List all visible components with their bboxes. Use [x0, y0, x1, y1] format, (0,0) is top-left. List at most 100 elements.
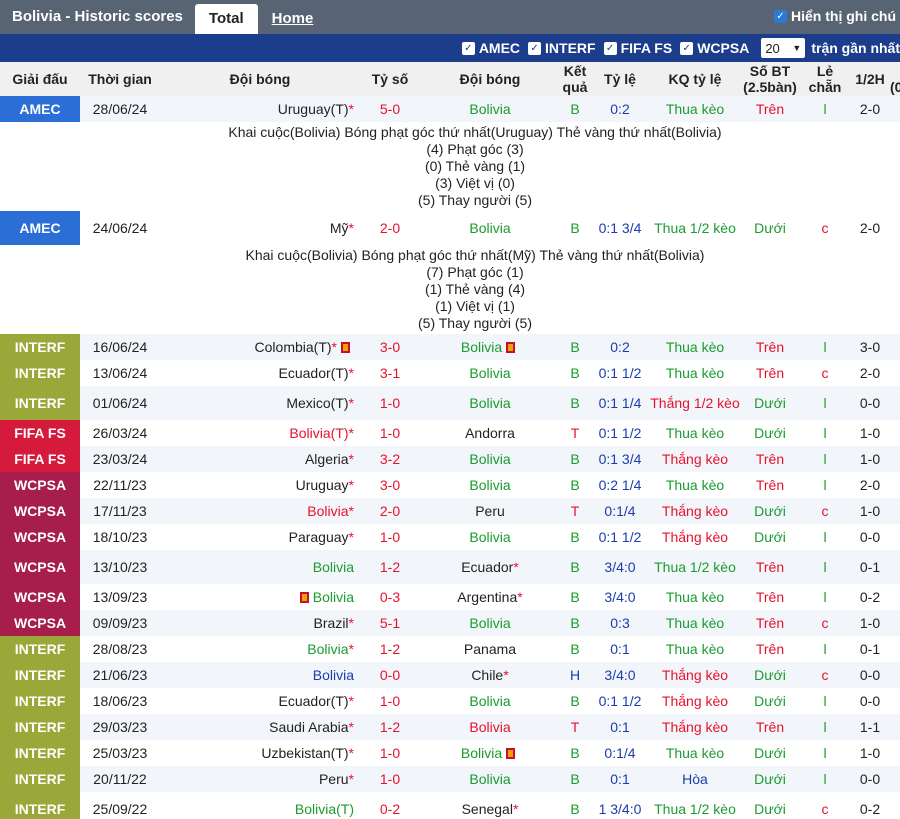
score-cell[interactable]: 3-0: [360, 334, 420, 360]
score-cell[interactable]: 3-0: [360, 472, 420, 498]
competition-cell[interactable]: INTERF: [0, 334, 80, 360]
table-row[interactable]: INTERF 18/06/23 Ecuador(T)* 1-0 Bolivia B 0:1 …: [0, 688, 900, 714]
competition-cell[interactable]: INTERF: [0, 766, 80, 792]
competition-cell[interactable]: WCPSA: [0, 550, 80, 584]
away-team-cell[interactable]: Bolivia: [420, 472, 560, 498]
home-team-cell[interactable]: Bolivia: [160, 550, 360, 584]
competition-cell[interactable]: WCPSA: [0, 472, 80, 498]
away-team-cell[interactable]: Bolivia: [420, 610, 560, 636]
table-row[interactable]: INTERF 13/06/24 Ecuador(T)* 3-1 Bolivia B 0:1 …: [0, 360, 900, 386]
table-row[interactable]: INTERF 29/03/23 Saudi Arabia* 1-2 Bolivia T 0:…: [0, 714, 900, 740]
table-row[interactable]: AMEC 28/06/24 Uruguay(T)* 5-0 Bolivia B 0:2 Thu…: [0, 96, 900, 122]
match-count-select[interactable]: 20 ▼: [761, 38, 806, 58]
away-team-cell[interactable]: Bolivia: [420, 524, 560, 550]
home-team-cell[interactable]: Bolivia(T)*: [160, 420, 360, 446]
table-row[interactable]: INTERF 16/06/24 Colombia(T)* 3-0 Bolivia B 0:2…: [0, 334, 900, 360]
score-cell[interactable]: 5-0: [360, 96, 420, 122]
away-team-cell[interactable]: Panama: [420, 636, 560, 662]
score-cell[interactable]: 0-0: [360, 662, 420, 688]
table-row[interactable]: WCPSA 17/11/23 Bolivia* 2-0 Peru T 0:1/4 Thắng …: [0, 498, 900, 524]
competition-cell[interactable]: INTERF: [0, 740, 80, 766]
score-cell[interactable]: 1-2: [360, 636, 420, 662]
home-team-cell[interactable]: Algeria*: [160, 446, 360, 472]
competition-cell[interactable]: FIFA FS: [0, 420, 80, 446]
home-team-cell[interactable]: Bolivia: [160, 584, 360, 610]
away-team-cell[interactable]: Andorra: [420, 420, 560, 446]
competition-cell[interactable]: INTERF: [0, 360, 80, 386]
competition-cell[interactable]: INTERF: [0, 386, 80, 420]
table-row[interactable]: FIFA FS 26/03/24 Bolivia(T)* 1-0 Andorra T 0:1…: [0, 420, 900, 446]
tab-total[interactable]: Total: [194, 4, 258, 34]
home-team-cell[interactable]: Uzbekistan(T)*: [160, 740, 360, 766]
home-team-cell[interactable]: Mỹ*: [160, 211, 360, 245]
competition-cell[interactable]: INTERF: [0, 792, 80, 819]
score-cell[interactable]: 2-0: [360, 211, 420, 245]
score-cell[interactable]: 0-2: [360, 792, 420, 819]
away-team-cell[interactable]: Peru: [420, 498, 560, 524]
filter-wcpsa[interactable]: ✓ WCPSA: [680, 40, 749, 56]
home-team-cell[interactable]: Bolivia: [160, 662, 360, 688]
home-team-cell[interactable]: Bolivia(T): [160, 792, 360, 819]
table-row[interactable]: AMEC 24/06/24 Mỹ* 2-0 Bolivia B 0:1 3/4 Thua 1/…: [0, 211, 900, 245]
home-team-cell[interactable]: Brazil*: [160, 610, 360, 636]
home-team-cell[interactable]: Ecuador(T)*: [160, 688, 360, 714]
competition-cell[interactable]: AMEC: [0, 211, 80, 245]
away-team-cell[interactable]: Bolivia: [420, 386, 560, 420]
away-team-cell[interactable]: Bolivia: [420, 714, 560, 740]
table-row[interactable]: WCPSA 18/10/23 Paraguay* 1-0 Bolivia B 0:1 1/2…: [0, 524, 900, 550]
competition-cell[interactable]: WCPSA: [0, 498, 80, 524]
table-row[interactable]: INTERF 01/06/24 Mexico(T)* 1-0 Bolivia B 0:1 1…: [0, 386, 900, 420]
competition-cell[interactable]: WCPSA: [0, 584, 80, 610]
competition-cell[interactable]: INTERF: [0, 714, 80, 740]
table-row[interactable]: FIFA FS 23/03/24 Algeria* 3-2 Bolivia B 0:1 3/…: [0, 446, 900, 472]
home-team-cell[interactable]: Saudi Arabia*: [160, 714, 360, 740]
competition-cell[interactable]: INTERF: [0, 662, 80, 688]
score-cell[interactable]: 3-1: [360, 360, 420, 386]
home-team-cell[interactable]: Bolivia*: [160, 498, 360, 524]
home-team-cell[interactable]: Colombia(T)*: [160, 334, 360, 360]
score-cell[interactable]: 2-0: [360, 498, 420, 524]
table-row[interactable]: WCPSA 22/11/23 Uruguay* 3-0 Bolivia B 0:2 1/4 T…: [0, 472, 900, 498]
home-team-cell[interactable]: Uruguay*: [160, 472, 360, 498]
away-team-cell[interactable]: Bolivia: [420, 740, 560, 766]
score-cell[interactable]: 3-2: [360, 446, 420, 472]
away-team-cell[interactable]: Bolivia: [420, 446, 560, 472]
filter-interf[interactable]: ✓ INTERF: [528, 40, 596, 56]
table-row[interactable]: WCPSA 09/09/23 Brazil* 5-1 Bolivia B 0:3 Thua k…: [0, 610, 900, 636]
competition-cell[interactable]: INTERF: [0, 688, 80, 714]
show-notes-checkbox[interactable]: ✓ Hiển thị ghi chú: [774, 8, 896, 24]
table-row[interactable]: INTERF 25/09/22 Bolivia(T) 0-2 Senegal* B 1 3/…: [0, 792, 900, 819]
away-team-cell[interactable]: Bolivia: [420, 96, 560, 122]
home-team-cell[interactable]: Peru*: [160, 766, 360, 792]
table-row[interactable]: INTERF 28/08/23 Bolivia* 1-2 Panama B 0:1 Thua …: [0, 636, 900, 662]
score-cell[interactable]: 0-3: [360, 584, 420, 610]
competition-cell[interactable]: WCPSA: [0, 524, 80, 550]
away-team-cell[interactable]: Bolivia: [420, 360, 560, 386]
away-team-cell[interactable]: Bolivia: [420, 766, 560, 792]
table-row[interactable]: WCPSA 13/10/23 Bolivia 1-2 Ecuador* B 3/4:0 Thu…: [0, 550, 900, 584]
home-team-cell[interactable]: Bolivia*: [160, 636, 360, 662]
away-team-cell[interactable]: Argentina*: [420, 584, 560, 610]
table-row[interactable]: INTERF 21/06/23 Bolivia 0-0 Chile* H 3/4:0 Thắn…: [0, 662, 900, 688]
home-team-cell[interactable]: Paraguay*: [160, 524, 360, 550]
away-team-cell[interactable]: Bolivia: [420, 334, 560, 360]
score-cell[interactable]: 1-2: [360, 714, 420, 740]
away-team-cell[interactable]: Chile*: [420, 662, 560, 688]
score-cell[interactable]: 1-0: [360, 386, 420, 420]
competition-cell[interactable]: WCPSA: [0, 610, 80, 636]
home-team-cell[interactable]: Uruguay(T)*: [160, 96, 360, 122]
tab-home[interactable]: Home: [258, 4, 328, 34]
table-row[interactable]: WCPSA 13/09/23 Bolivia 0-3 Argentina* B 3/4:0 T…: [0, 584, 900, 610]
score-cell[interactable]: 1-0: [360, 524, 420, 550]
filter-amec[interactable]: ✓ AMEC: [461, 40, 520, 56]
score-cell[interactable]: 1-0: [360, 740, 420, 766]
table-row[interactable]: INTERF 25/03/23 Uzbekistan(T)* 1-0 Bolivia B 0…: [0, 740, 900, 766]
away-team-cell[interactable]: Bolivia: [420, 211, 560, 245]
away-team-cell[interactable]: Senegal*: [420, 792, 560, 819]
home-team-cell[interactable]: Mexico(T)*: [160, 386, 360, 420]
table-row[interactable]: INTERF 20/11/22 Peru* 1-0 Bolivia B 0:1 Hòa Dưới…: [0, 766, 900, 792]
score-cell[interactable]: 5-1: [360, 610, 420, 636]
home-team-cell[interactable]: Ecuador(T)*: [160, 360, 360, 386]
away-team-cell[interactable]: Bolivia: [420, 688, 560, 714]
away-team-cell[interactable]: Ecuador*: [420, 550, 560, 584]
